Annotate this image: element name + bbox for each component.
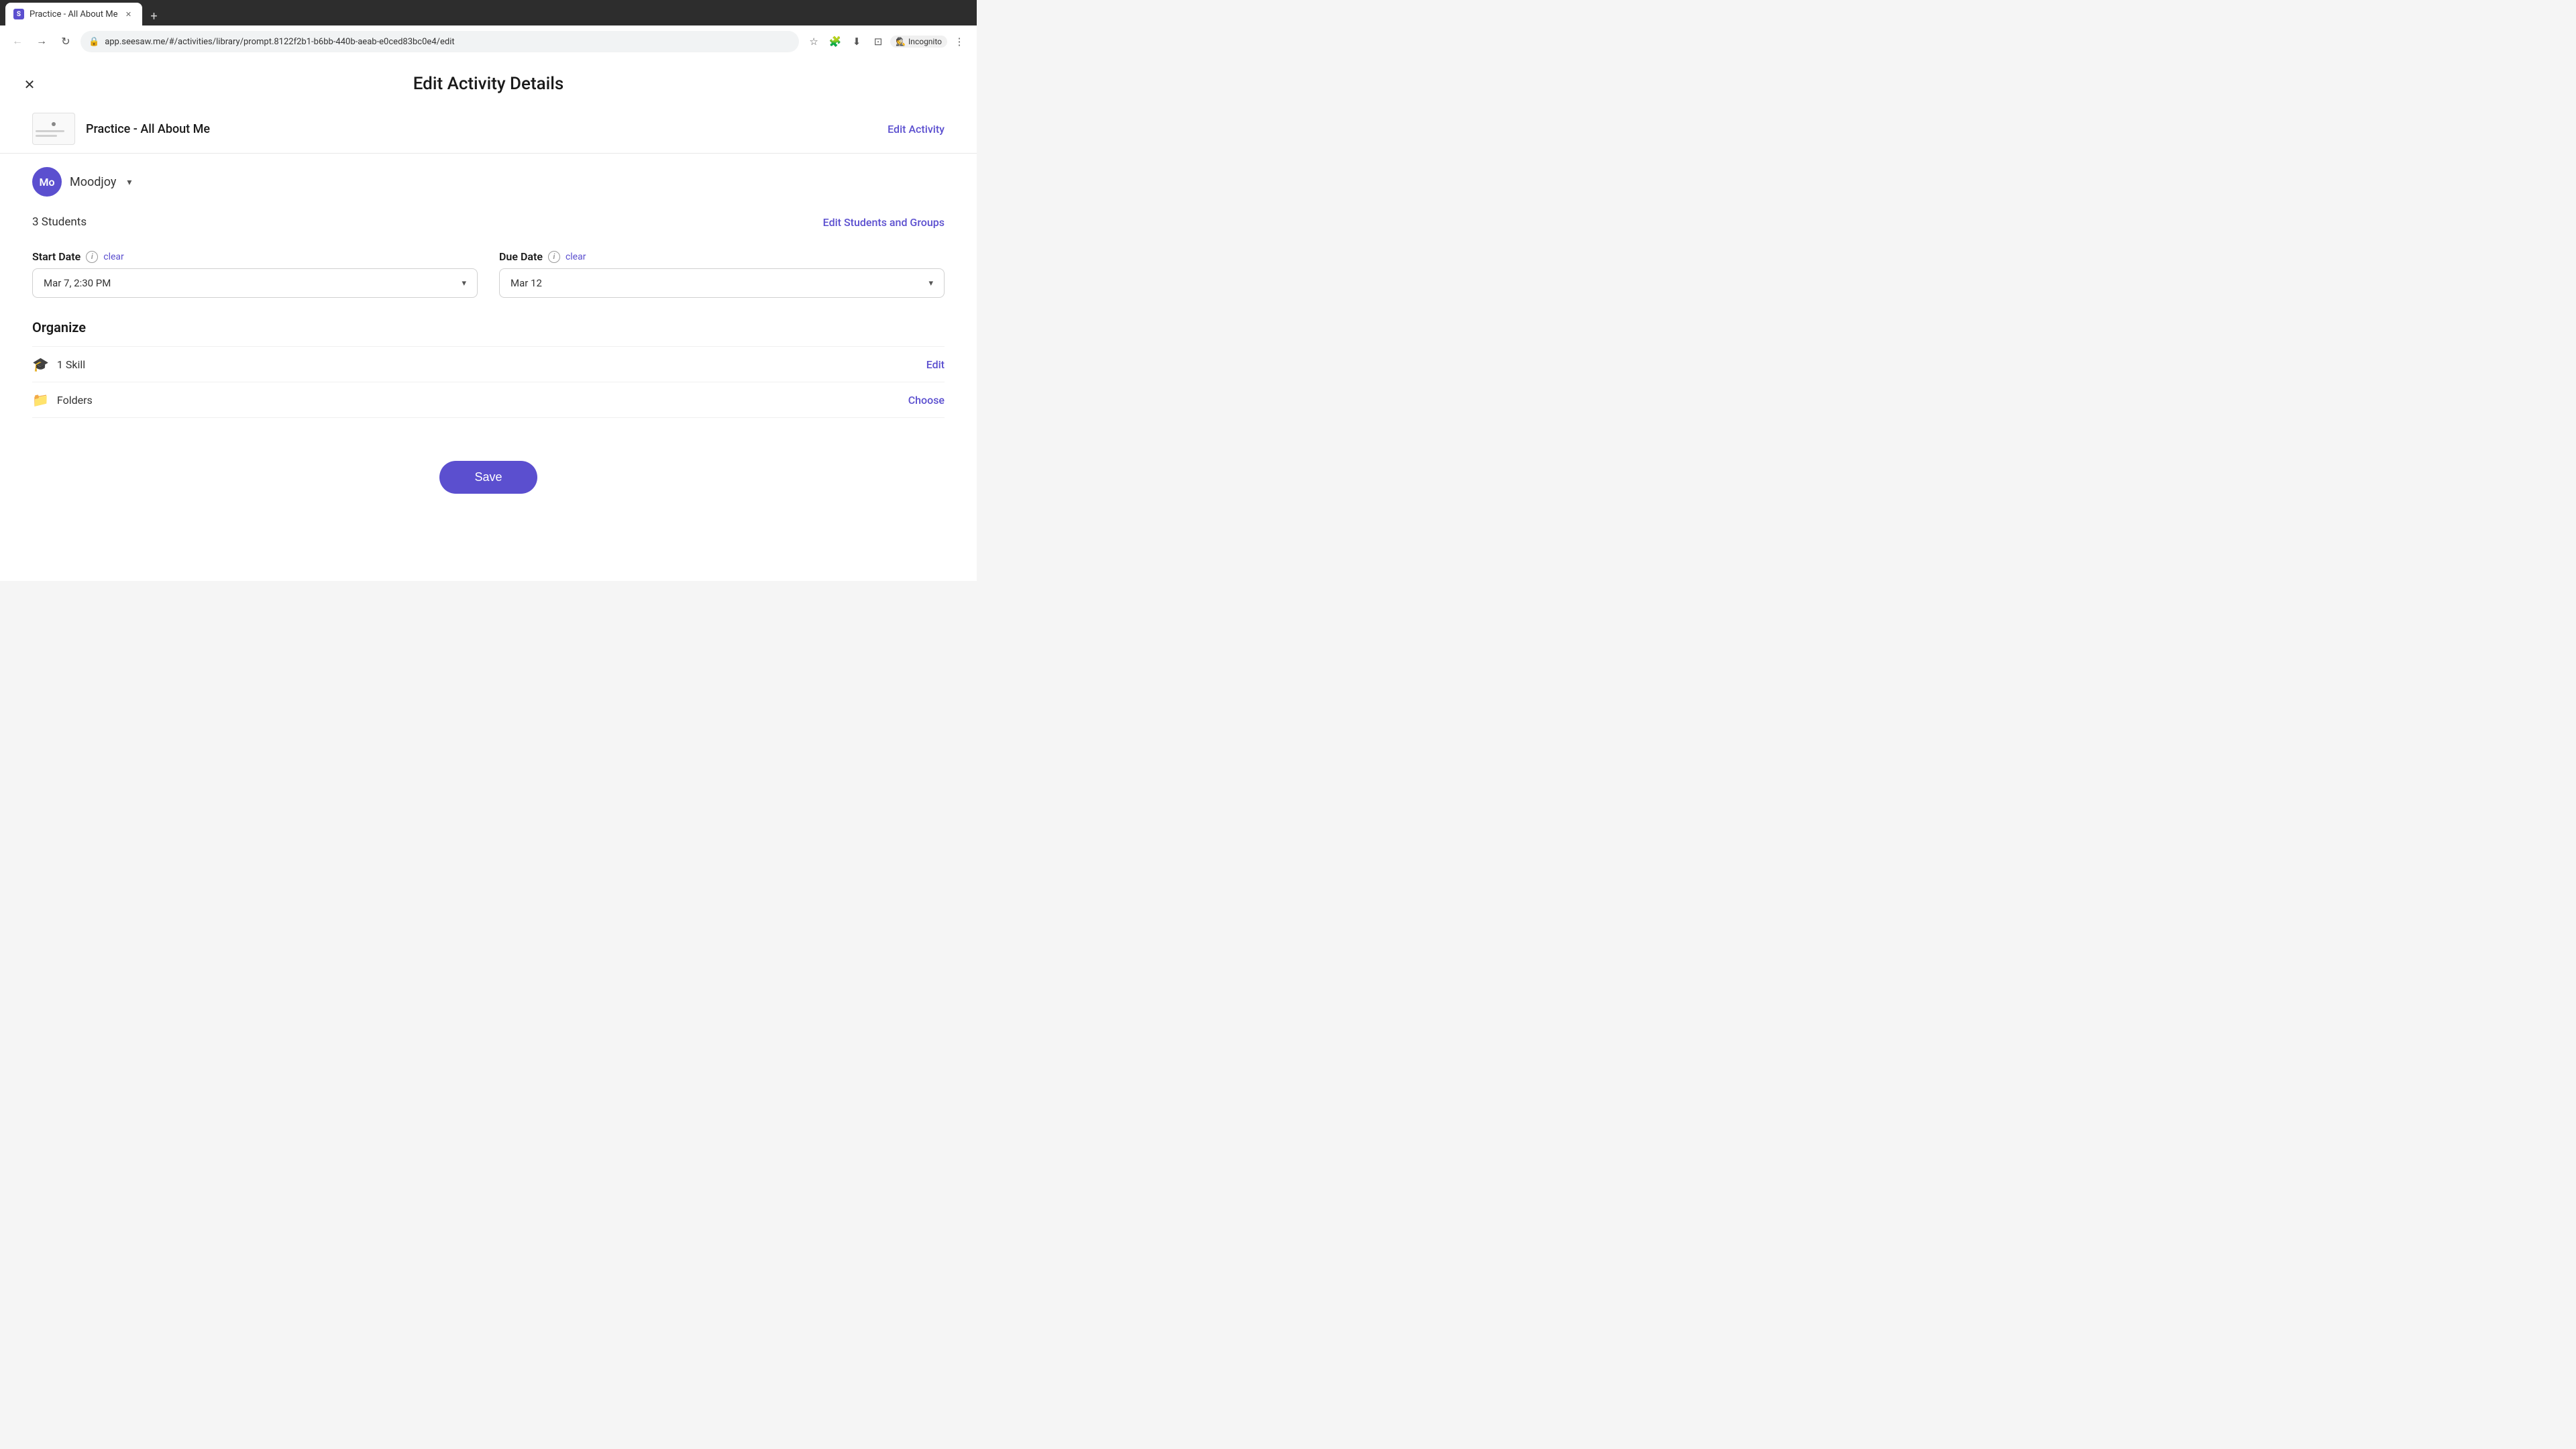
- start-date-value: Mar 7, 2:30 PM: [44, 277, 111, 289]
- activity-thumbnail: [32, 113, 75, 145]
- due-date-field: Due Date i clear Mar 12 ▾: [499, 250, 945, 298]
- thumbnail-lines: [33, 118, 74, 140]
- organize-title: Organize: [32, 319, 945, 335]
- edit-students-link[interactable]: Edit Students and Groups: [823, 216, 945, 229]
- due-date-selector[interactable]: Mar 12 ▾: [499, 268, 945, 298]
- reload-button[interactable]: ↻: [56, 32, 75, 51]
- due-date-label-row: Due Date i clear: [499, 250, 945, 263]
- tab-title: Practice - All About Me: [30, 9, 118, 19]
- students-row: 3 Students Edit Students and Groups: [32, 213, 945, 231]
- class-avatar: Mo: [32, 167, 62, 197]
- organize-section: Organize 🎓 1 Skill Edit 📁 Folders Choose: [32, 319, 945, 418]
- due-date-value: Mar 12: [511, 277, 542, 289]
- page-title: Edit Activity Details: [0, 74, 977, 94]
- edit-activity-link[interactable]: Edit Activity: [888, 123, 945, 136]
- incognito-icon: 🕵: [896, 37, 906, 46]
- browser-chrome: S Practice - All About Me ✕ + ← → ↻ 🔒 ap…: [0, 0, 977, 58]
- dates-section: Start Date i clear Mar 7, 2:30 PM ▾ Due …: [32, 250, 945, 298]
- start-date-label-row: Start Date i clear: [32, 250, 478, 263]
- start-date-field: Start Date i clear Mar 7, 2:30 PM ▾: [32, 250, 478, 298]
- skills-left: 🎓 1 Skill: [32, 356, 85, 372]
- tab-favicon: S: [13, 9, 24, 19]
- start-date-label: Start Date: [32, 250, 80, 263]
- close-page-button[interactable]: ✕: [19, 74, 40, 95]
- url-text: app.seesaw.me/#/activities/library/promp…: [105, 37, 791, 47]
- class-dropdown-button[interactable]: ▾: [124, 174, 134, 191]
- skills-row: 🎓 1 Skill Edit: [32, 346, 945, 382]
- activity-preview-left: Practice - All About Me: [32, 113, 210, 145]
- active-tab[interactable]: S Practice - All About Me ✕: [5, 3, 142, 25]
- folder-icon: 📁: [32, 392, 49, 408]
- due-date-clear-link[interactable]: clear: [566, 252, 586, 262]
- skill-edit-link[interactable]: Edit: [926, 358, 945, 371]
- tab-close-button[interactable]: ✕: [123, 9, 134, 19]
- thumb-line-2: [36, 135, 57, 137]
- new-tab-button[interactable]: +: [145, 7, 164, 25]
- forward-button[interactable]: →: [32, 32, 51, 51]
- due-date-info-icon[interactable]: i: [548, 251, 560, 263]
- menu-button[interactable]: ⋮: [950, 32, 969, 51]
- skill-icon: 🎓: [32, 356, 49, 372]
- thumb-line-1: [36, 130, 64, 132]
- tabs-bar: S Practice - All About Me ✕ +: [0, 0, 977, 25]
- address-actions: ☆ 🧩 ⬇ ⊡ 🕵 Incognito ⋮: [804, 32, 969, 51]
- split-view-button[interactable]: ⊡: [869, 32, 888, 51]
- skill-label: 1 Skill: [57, 358, 85, 371]
- address-bar: ← → ↻ 🔒 app.seesaw.me/#/activities/libra…: [0, 25, 977, 58]
- folders-row: 📁 Folders Choose: [32, 382, 945, 418]
- security-lock-icon: 🔒: [89, 37, 99, 47]
- extensions-button[interactable]: 🧩: [826, 32, 845, 51]
- class-name: Moodjoy: [70, 175, 116, 189]
- folders-left: 📁 Folders: [32, 392, 93, 408]
- form-body: Mo Moodjoy ▾ 3 Students Edit Students an…: [0, 167, 977, 526]
- due-date-chevron-icon: ▾: [928, 278, 933, 288]
- start-date-clear-link[interactable]: clear: [103, 252, 124, 262]
- url-bar[interactable]: 🔒 app.seesaw.me/#/activities/library/pro…: [80, 31, 799, 52]
- folders-label: Folders: [57, 394, 93, 407]
- save-button[interactable]: Save: [439, 461, 537, 494]
- start-date-selector[interactable]: Mar 7, 2:30 PM ▾: [32, 268, 478, 298]
- activity-preview-row: Practice - All About Me Edit Activity: [0, 105, 977, 154]
- incognito-label: Incognito: [908, 37, 942, 46]
- save-section: Save: [32, 439, 945, 526]
- class-selector: Mo Moodjoy ▾: [32, 167, 945, 197]
- folders-choose-link[interactable]: Choose: [908, 394, 945, 407]
- download-button[interactable]: ⬇: [847, 32, 866, 51]
- page-header: Edit Activity Details: [0, 58, 977, 105]
- back-button[interactable]: ←: [8, 32, 27, 51]
- thumb-dot: [52, 122, 56, 126]
- start-date-info-icon[interactable]: i: [86, 251, 98, 263]
- bookmark-button[interactable]: ☆: [804, 32, 823, 51]
- incognito-badge: 🕵 Incognito: [890, 36, 947, 48]
- students-count: 3 Students: [32, 215, 87, 229]
- activity-name: Practice - All About Me: [86, 122, 210, 136]
- start-date-chevron-icon: ▾: [462, 278, 466, 288]
- page-content: ✕ Edit Activity Details Practice - All A…: [0, 58, 977, 581]
- due-date-label: Due Date: [499, 250, 543, 263]
